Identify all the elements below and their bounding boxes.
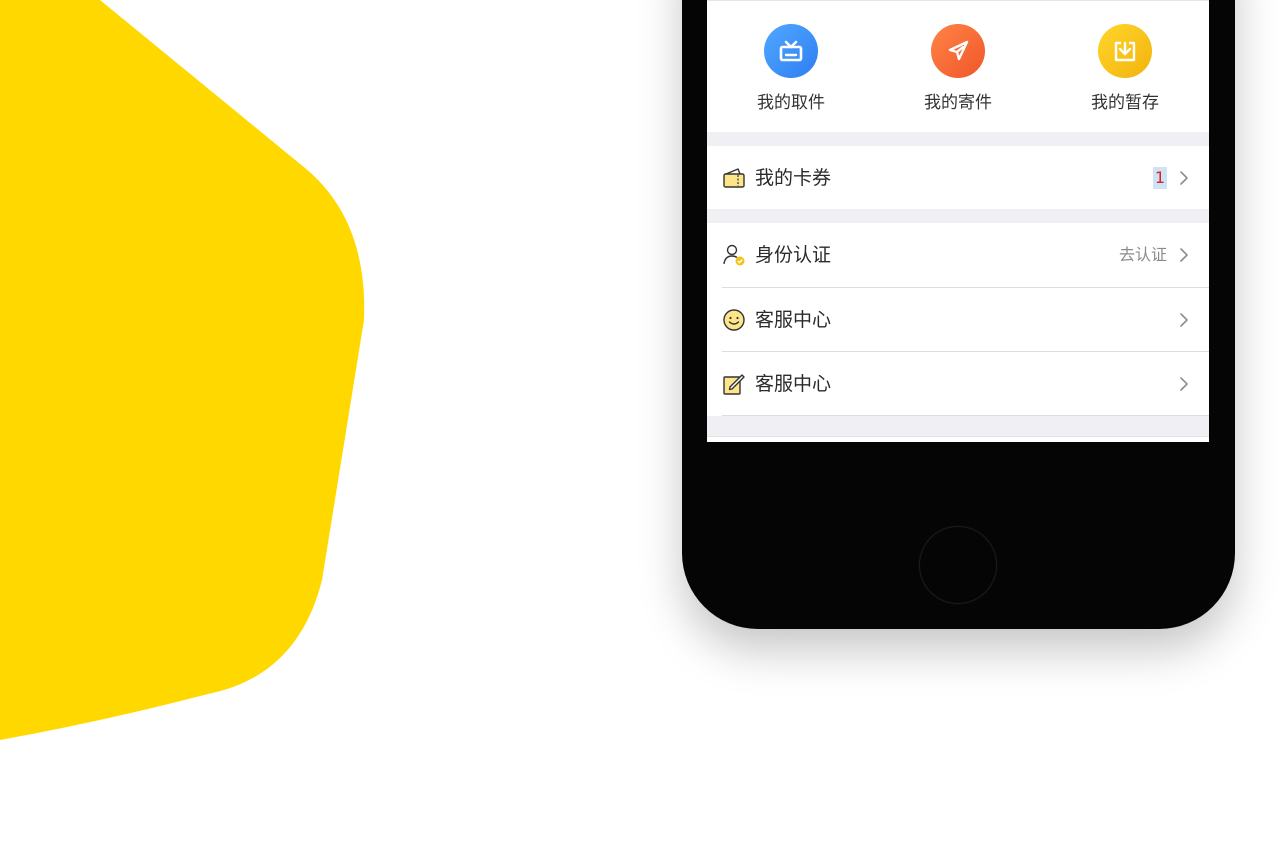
divider [722, 415, 1209, 416]
bottom-tab-bar: 首页 寄件 取件 [707, 436, 1209, 442]
quick-action-send[interactable]: 我的寄件 [898, 24, 1018, 113]
tab-mine[interactable]: 我的 [1084, 437, 1209, 442]
app-screen: 我的取件 我的寄件 我的暂存 我的卡券 1 身份认证 去认证 客服中心 客服中心 [707, 0, 1209, 442]
menu-item-value: 去认证 [1118, 245, 1167, 264]
quick-action-storage[interactable]: 我的暂存 [1065, 24, 1185, 113]
menu-item-label: 客服中心 [755, 373, 832, 395]
menu-item-service-center-2[interactable]: 客服中心 [707, 352, 1209, 416]
smiley-icon [723, 309, 745, 331]
coupons-row-content: 我的卡券 1 [707, 146, 1209, 210]
quick-action-label: 我的暂存 [1091, 93, 1159, 113]
coupons-label: 我的卡券 [755, 167, 832, 189]
menu-item-identity[interactable]: 身份认证 去认证 [707, 223, 1209, 287]
edit-icon [723, 374, 745, 395]
storage-download-icon [1098, 24, 1152, 78]
quick-actions: 我的取件 我的寄件 我的暂存 [707, 0, 1209, 132]
pickup-box-icon [764, 24, 818, 78]
home-button[interactable] [919, 526, 997, 604]
chevron-right-icon [1180, 171, 1188, 185]
chevron-right-icon [1180, 248, 1188, 262]
chevron-right-icon [1180, 377, 1188, 391]
menu-item-label: 身份认证 [755, 244, 832, 266]
tab-home[interactable]: 首页 [707, 437, 832, 442]
chevron-right-icon [1180, 313, 1188, 327]
phone-mockup: 我的取件 我的寄件 我的暂存 我的卡券 1 身份认证 去认证 客服中心 客服中心 [682, 0, 1235, 629]
tab-pickup[interactable]: 取件 [958, 437, 1083, 442]
menu-item-label: 客服中心 [755, 309, 832, 331]
yellow-background-shape [0, 0, 365, 740]
coupons-row[interactable]: 我的卡券 1 [707, 146, 1209, 209]
paper-plane-icon [931, 24, 985, 78]
quick-action-pickup[interactable]: 我的取件 [731, 24, 851, 113]
quick-action-label: 我的寄件 [924, 93, 992, 113]
coupons-count-badge: 1 [1153, 167, 1167, 189]
menu-list: 身份认证 去认证 客服中心 客服中心 [707, 223, 1209, 416]
tab-send[interactable]: 寄件 [833, 437, 958, 442]
quick-action-label: 我的取件 [757, 93, 825, 113]
coupon-wallet-icon [723, 168, 745, 188]
stage: 我的取件 我的寄件 我的暂存 我的卡券 1 身份认证 去认证 客服中心 客服中心 [0, 0, 1280, 845]
user-verify-icon [723, 244, 745, 266]
menu-item-service-center[interactable]: 客服中心 [707, 288, 1209, 352]
